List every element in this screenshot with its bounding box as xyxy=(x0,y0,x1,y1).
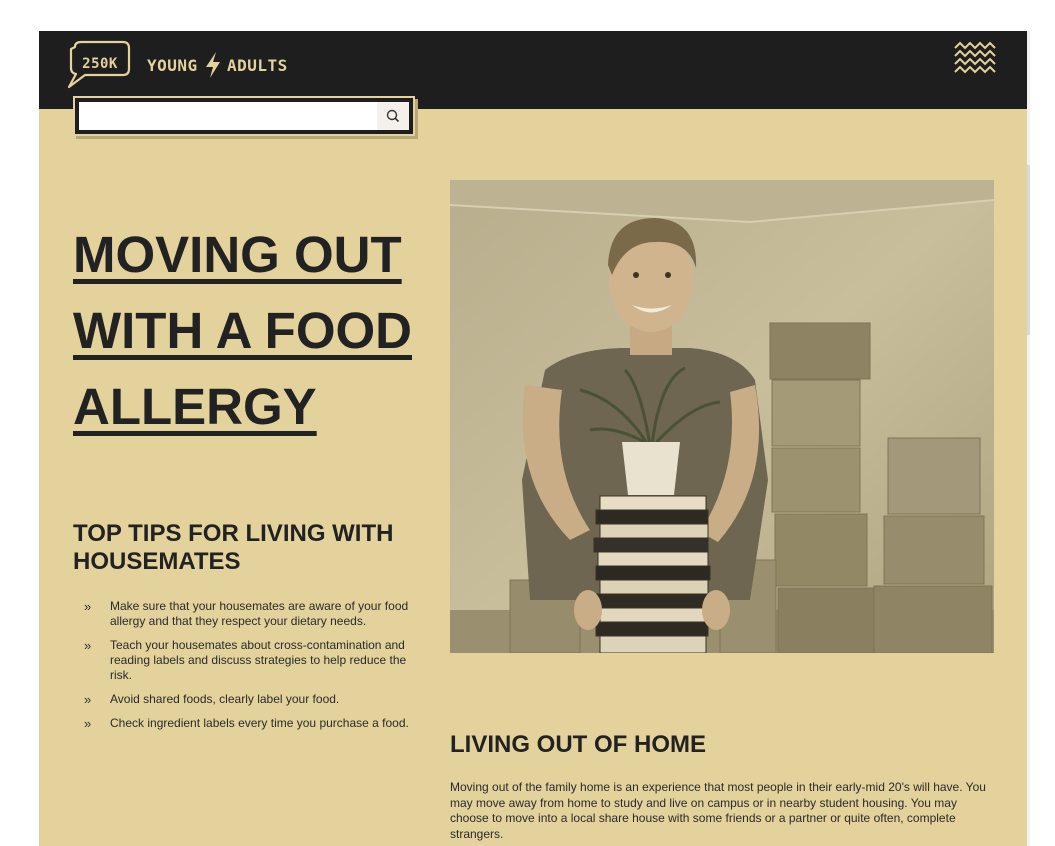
list-item: » Avoid shared foods, clearly label your… xyxy=(84,692,424,707)
search-button[interactable] xyxy=(377,102,409,130)
tip-text: Avoid shared foods, clearly label your f… xyxy=(110,692,340,706)
list-item: » Check ingredient labels every time you… xyxy=(84,716,424,731)
logo-badge-text: 250K xyxy=(82,56,118,72)
logo-word-adults: ADULTS xyxy=(227,56,288,75)
double-chevron-bullet-icon: » xyxy=(84,692,92,707)
page-title-line: WITH A FOOD xyxy=(73,302,412,359)
section-body: Moving out of the family home is an expe… xyxy=(450,780,986,841)
tips-list: » Make sure that your housemates are awa… xyxy=(84,599,424,740)
list-item: » Make sure that your housemates are awa… xyxy=(84,599,424,629)
search-input[interactable] xyxy=(79,102,377,130)
section-heading: LIVING OUT OF HOME xyxy=(450,731,706,758)
scrollbar-thumb[interactable] xyxy=(1027,165,1030,335)
search-icon xyxy=(386,109,400,123)
tips-heading: TOP TIPS FOR LIVING WITH HOUSEMATES xyxy=(73,520,394,575)
list-item: » Teach your housemates about cross-cont… xyxy=(84,638,424,683)
lightning-bolt-icon xyxy=(206,52,220,78)
tip-text: Teach your housemates about cross-contam… xyxy=(110,638,407,682)
double-chevron-bullet-icon: » xyxy=(84,638,92,653)
page-frame: 250K YOUNG ADULTS MOVING OUT WITH A FOOD… xyxy=(39,31,1027,846)
double-chevron-bullet-icon: » xyxy=(84,599,92,614)
tip-text: Make sure that your housemates are aware… xyxy=(110,599,409,628)
logo-word-young: YOUNG xyxy=(147,56,198,75)
wavy-lines-menu-icon[interactable] xyxy=(953,40,997,74)
page-scrollbar[interactable] xyxy=(1027,31,1030,846)
page-title-line: ALLERGY xyxy=(73,378,317,435)
double-chevron-bullet-icon: » xyxy=(84,716,92,731)
tip-text: Check ingredient labels every time you p… xyxy=(110,716,409,730)
page-title: MOVING OUT WITH A FOOD ALLERGY xyxy=(73,217,533,445)
site-logo[interactable]: 250K YOUNG ADULTS xyxy=(65,39,295,91)
page-title-line: MOVING OUT xyxy=(73,226,402,283)
search-bar xyxy=(73,96,415,136)
